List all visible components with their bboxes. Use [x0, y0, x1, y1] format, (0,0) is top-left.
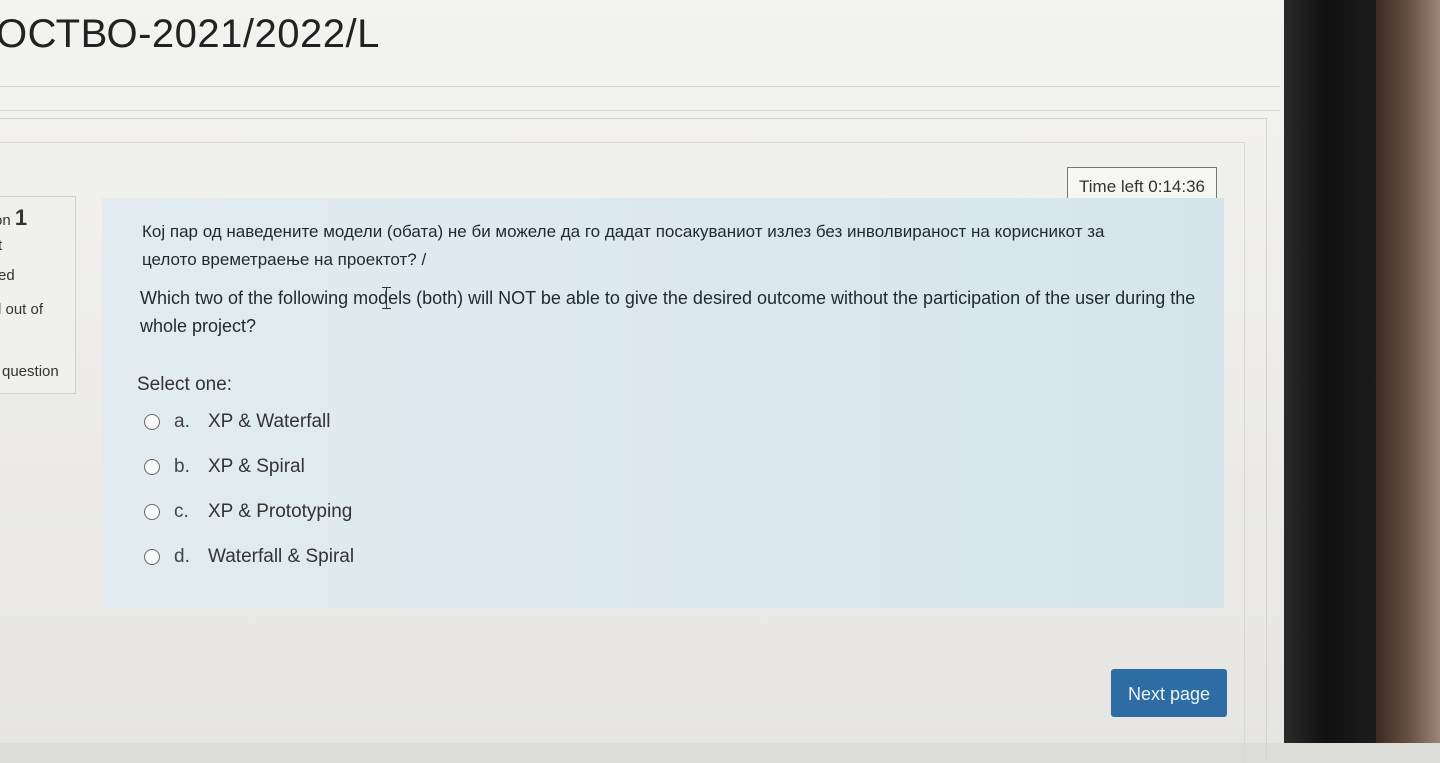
option-letter: a. [174, 411, 190, 432]
title-divider-lower [0, 110, 1280, 111]
radio-icon[interactable] [144, 549, 160, 565]
radio-icon[interactable] [144, 414, 160, 430]
radio-icon[interactable] [144, 504, 160, 520]
question-number: on 1 [0, 205, 27, 231]
title-divider [0, 86, 1280, 87]
flag-question-link[interactable]: question [2, 363, 59, 380]
question-content: Кој пар од наведените модели (обата) не … [102, 198, 1224, 608]
page-title: ОСТВО-2021/2022/L [0, 12, 380, 56]
option-label: Waterfall & Spiral [208, 546, 355, 567]
question-text-english: Which two of the following models (both)… [140, 288, 1196, 336]
option-letter: d. [174, 546, 190, 567]
question-number-value: 1 [14, 205, 28, 230]
option-label: XP & Waterfall [208, 411, 331, 432]
question-marks: l out of [0, 301, 44, 318]
text-cursor-icon [382, 287, 391, 309]
question-text-macedonian: Кој пар од наведените модели (обата) не … [142, 222, 1105, 269]
question-state: ed [0, 267, 15, 284]
question-info-panel: on 1 t ed l out of question [0, 196, 76, 394]
background-surface [1376, 0, 1440, 743]
option-letter: c. [174, 501, 189, 522]
question-number-prefix: on [0, 212, 11, 229]
option-label: XP & Prototyping [208, 501, 353, 522]
radio-icon[interactable] [144, 459, 160, 475]
answer-option-b[interactable]: b. XP & Spiral [144, 453, 305, 481]
answer-option-a[interactable]: a. XP & Waterfall [144, 408, 331, 436]
next-page-button[interactable]: Next page [1111, 669, 1227, 717]
option-letter: b. [174, 456, 190, 477]
browser-screen: ОСТВО-2021/2022/L Time left 0:14:36 on 1… [0, 0, 1300, 763]
answer-option-d[interactable]: d. Waterfall & Spiral [144, 543, 354, 571]
option-label: XP & Spiral [208, 456, 305, 477]
monitor-bezel [1284, 0, 1376, 743]
answer-option-c[interactable]: c. XP & Prototyping [144, 498, 352, 526]
answer-prompt: Select one: [137, 374, 233, 395]
question-status: t [0, 237, 3, 254]
